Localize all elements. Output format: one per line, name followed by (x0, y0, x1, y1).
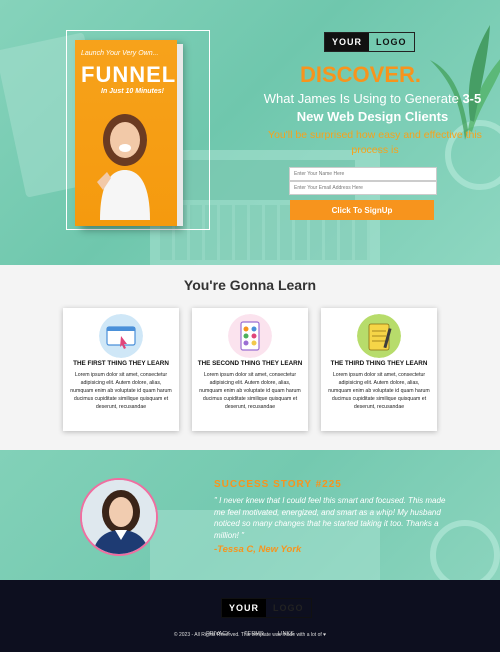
signup-button[interactable]: Click To SignUp (290, 200, 434, 220)
hero-headline: DISCOVER. (300, 62, 422, 87)
story-quote: " I never knew that I could feel this sm… (214, 496, 446, 540)
book-title: FUNNEL (81, 62, 177, 87)
card-title: THE FIRST THING THEY LEARN (73, 360, 169, 367)
logo-left-text: YOUR (222, 599, 267, 617)
card-body: Lorem ipsum dolor sit amet, consectetur … (328, 372, 430, 410)
name-field[interactable]: Enter Your Name Here (289, 167, 437, 181)
hero-logo[interactable]: YOUR LOGO (324, 32, 415, 52)
email-field[interactable]: Enter Your Email Address Here (289, 181, 437, 195)
learn-title: You're Gonna Learn (183, 277, 317, 293)
logo-right-text: LOGO (266, 599, 311, 617)
hero-subheadline: What James Is Using to Generate 3-5 New … (250, 90, 495, 126)
name-placeholder: Enter Your Name Here (294, 171, 345, 177)
learn-card-3: THE THIRD THING THEY LEARN Lorem ipsum d… (321, 308, 437, 431)
card-body: Lorem ipsum dolor sit amet, consectetur … (70, 372, 172, 410)
hero-tagline: You'll be surprised how easy and effecti… (268, 129, 482, 156)
hero-section: YOUR LOGO Launch Your Very Own... FUNNEL… (0, 0, 500, 265)
footer: YOUR LOGO PRIVACY TERMS LINKS © 2023 - A… (0, 580, 500, 652)
ebook-cover: Launch Your Very Own... FUNNEL In Just 1… (75, 40, 177, 226)
app-grid-icon (228, 314, 272, 358)
story-title: SUCCESS STORY #225 (214, 479, 342, 490)
card-title: THE SECOND THING THEY LEARN (197, 360, 303, 367)
learn-card-2: THE SECOND THING THEY LEARN Lorem ipsum … (192, 308, 308, 431)
learn-section: You're Gonna Learn THE FIRST THING THEY … (0, 265, 500, 450)
footer-copyright: © 2023 - All Rights Reserved. This templ… (173, 632, 327, 638)
story-author: -Tessa C, New York (214, 544, 302, 555)
footer-logo[interactable]: YOUR LOGO (221, 598, 312, 618)
notepad-pencil-icon (357, 314, 401, 358)
success-story-section: SUCCESS STORY #225 " I never knew that I… (0, 450, 500, 580)
avatar (80, 478, 158, 556)
woman-avatar-icon (82, 480, 156, 554)
subheadline-part1: What James Is Using to Generate (263, 91, 459, 106)
book-spine (177, 44, 183, 226)
logo-left-text: YOUR (325, 33, 370, 51)
learn-card-1: THE FIRST THING THEY LEARN Lorem ipsum d… (63, 308, 179, 431)
card-body: Lorem ipsum dolor sit amet, consectetur … (199, 372, 301, 410)
woman-photo-icon (97, 114, 150, 220)
browser-cursor-icon (99, 314, 143, 358)
book-line3: In Just 10 Minutes! (101, 88, 165, 95)
card-title: THE THIRD THING THEY LEARN (330, 360, 428, 367)
email-placeholder: Enter Your Email Address Here (294, 185, 363, 191)
logo-right-text: LOGO (376, 37, 407, 47)
book-line1: Launch Your Very Own... (81, 50, 159, 57)
